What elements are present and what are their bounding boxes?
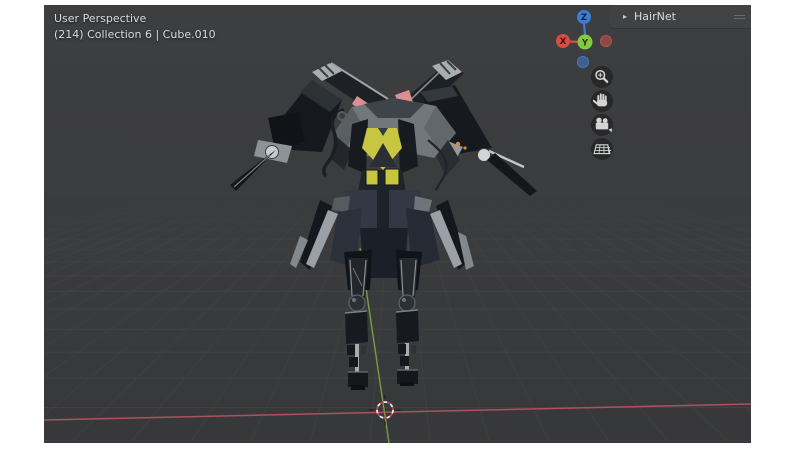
zoom-button[interactable] <box>591 66 613 88</box>
model-right-knee-glint <box>402 298 406 302</box>
3d-viewport[interactable]: Z X Y <box>44 5 751 443</box>
pan-button[interactable] <box>591 90 613 112</box>
model-left-knee <box>349 295 365 311</box>
gizmo-neg-x-ball[interactable] <box>601 36 612 47</box>
panel-collapse-arrow-icon[interactable]: ▸ <box>623 12 627 21</box>
gizmo-x-label: X <box>560 37 567 47</box>
viewport-toolbar <box>591 66 613 160</box>
model-orange-light1 <box>456 142 460 146</box>
grid-line <box>397 126 751 443</box>
gizmo-z-label: Z <box>581 13 587 23</box>
x-axis-line <box>44 404 751 420</box>
model-left-shin <box>345 311 368 344</box>
grid-line <box>397 126 751 443</box>
panel-grip-handle[interactable] <box>734 15 745 21</box>
model-right-foot <box>397 370 418 384</box>
gizmo-neg-z-ball[interactable] <box>578 57 589 68</box>
perspective-toggle-button[interactable] <box>591 138 613 160</box>
grid-line <box>397 126 751 443</box>
panel-title: HairNet <box>634 10 676 23</box>
grid-line <box>397 126 751 443</box>
gizmo-z-stem <box>584 24 585 35</box>
grid-line <box>397 126 751 443</box>
model-cable-ring <box>338 112 346 120</box>
model-left-toe <box>351 385 365 390</box>
model-left-ankle-block3 <box>361 346 366 354</box>
model-right-knee <box>399 295 415 311</box>
model-right-ankle-block3 <box>411 345 416 353</box>
model-left-blade-slit <box>234 155 270 187</box>
grid-line <box>397 126 751 443</box>
model-left-foot <box>348 372 368 387</box>
model-yellow-pack-right <box>385 169 399 185</box>
grid-line <box>397 126 550 443</box>
model-right-ankle-block1 <box>398 344 406 354</box>
model-yellow-pack-left <box>366 170 378 185</box>
model-left-ankle-block2 <box>349 357 358 367</box>
model-waist-plate-left <box>332 196 350 212</box>
grid-line <box>397 126 751 443</box>
grid-line <box>397 126 751 443</box>
model-right-shin <box>396 310 419 343</box>
model-right-toe <box>400 382 414 386</box>
nav-gizmo[interactable]: Z X Y <box>556 10 612 68</box>
model-left-knee-glint <box>352 298 356 302</box>
model-right-ankle-block2 <box>400 356 409 366</box>
desktop-canvas: { "viewport_overlay": { "line1": "User P… <box>0 0 800 458</box>
model-right-blade <box>487 153 537 196</box>
model-left-ankle-block1 <box>347 345 355 355</box>
viewport-scene: Z X Y <box>44 5 751 443</box>
sidebar-panel-hairnet[interactable]: ▸ HairNet <box>610 5 751 28</box>
grid-line <box>397 126 751 443</box>
grid-line <box>397 126 751 443</box>
gizmo-y-label: Y <box>581 39 589 49</box>
camera-view-button[interactable] <box>591 114 613 136</box>
grid-line <box>397 126 751 443</box>
grid-line <box>397 126 751 443</box>
grid-line <box>397 126 670 443</box>
model-orange-light2 <box>463 146 466 149</box>
